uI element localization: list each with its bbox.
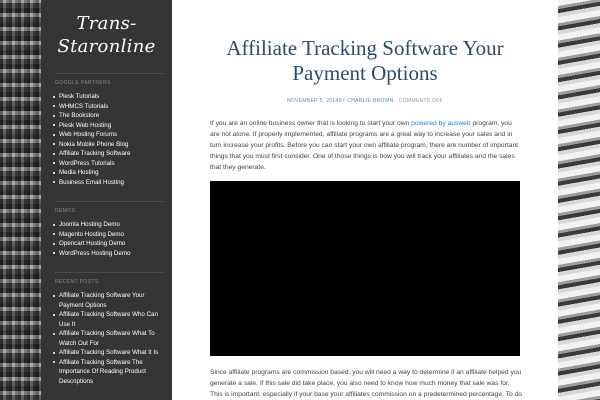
main-content: Affiliate Tracking Software Your Payment… <box>172 0 558 400</box>
sidebar-link-business-email[interactable]: Business Email Hosting <box>53 178 164 188</box>
sidebar-link-wordpress-demo[interactable]: WordPress Hosting Demo <box>53 249 164 259</box>
sidebar: Trans-Staronline Google Partners Plesk T… <box>41 0 172 400</box>
widget-title: Demos <box>55 208 76 214</box>
widget-title: Google Partners <box>55 80 111 86</box>
sidebar-link-affiliate-tracking[interactable]: Affiliate Tracking Software <box>53 149 164 159</box>
paragraph-text: Since affiliate programs are commission … <box>210 369 522 398</box>
background-photo-left <box>0 0 41 400</box>
powered-by-link[interactable]: powered by ausweb <box>411 120 470 127</box>
author-link[interactable]: Charlie Brown <box>347 98 393 104</box>
recent-post-link[interactable]: Affiliate Tracking Software The Importan… <box>53 358 164 387</box>
sidebar-link-media-hosting[interactable]: Media Hosting <box>53 168 164 178</box>
site-title[interactable]: Trans-Staronline <box>49 12 164 58</box>
sidebar-link-joomla-demo[interactable]: Joomla Hosting Demo <box>53 220 164 230</box>
sidebar-link-nokia-blog[interactable]: Nokia Mobile Phone Blog <box>53 140 164 150</box>
sidebar-link-magento-demo[interactable]: Magento Hosting Demo <box>53 230 164 240</box>
recent-posts-widget: Recent Posts Affiliate Tracking Software… <box>53 272 164 387</box>
widget-title: Recent Posts <box>55 279 99 285</box>
paragraph-text: If you are an online business owner that… <box>210 120 412 127</box>
post-title: Affiliate Tracking Software Your Payment… <box>226 36 504 85</box>
post-paragraph-1: If you are an online business owner that… <box>210 118 522 173</box>
recent-post-link[interactable]: Affiliate Tracking Software What To Watc… <box>53 329 164 348</box>
post-meta: November 5, 2014by Charlie Brown · Comme… <box>172 98 558 104</box>
recent-post-link[interactable]: Affiliate Tracking Software Your Payment… <box>53 291 164 310</box>
sidebar-link-wordpress-tutorials[interactable]: WordPress Tutorials <box>53 159 164 169</box>
google-partners-widget: Google Partners Plesk Tutorials WHMCS Tu… <box>53 73 164 188</box>
by-label: by <box>338 98 346 104</box>
sidebar-link-whmcs-tutorials[interactable]: WHMCS Tutorials <box>53 102 164 112</box>
video-embed[interactable] <box>210 181 520 356</box>
sidebar-link-bookstore[interactable]: The Bookstore <box>53 111 164 121</box>
background-photo-right <box>558 0 600 400</box>
sidebar-link-web-hosting-forums[interactable]: Web Hosting Forums <box>53 130 164 140</box>
post-date-link[interactable]: November 5, 2014 <box>287 98 339 104</box>
sidebar-link-opencart-demo[interactable]: Opencart Hosting Demo <box>53 239 164 249</box>
paragraph-text: program, you are not alone. If properly … <box>210 120 519 171</box>
recent-post-link[interactable]: Affiliate Tracking Software Who Can Use … <box>53 310 164 329</box>
sidebar-link-plesk-web-hosting[interactable]: Plesk Web Hosting <box>53 121 164 131</box>
meta-separator: · <box>395 98 398 104</box>
recent-post-link[interactable]: Affiliate Tracking Software What It Is <box>53 348 164 358</box>
sidebar-link-plesk-tutorials[interactable]: Plesk Tutorials <box>53 92 164 102</box>
post-paragraph-2: Since affiliate programs are commission … <box>210 367 522 400</box>
comments-status: Comments Off <box>398 98 444 104</box>
demos-widget: Demos Joomla Hosting Demo Magento Hostin… <box>53 201 164 259</box>
